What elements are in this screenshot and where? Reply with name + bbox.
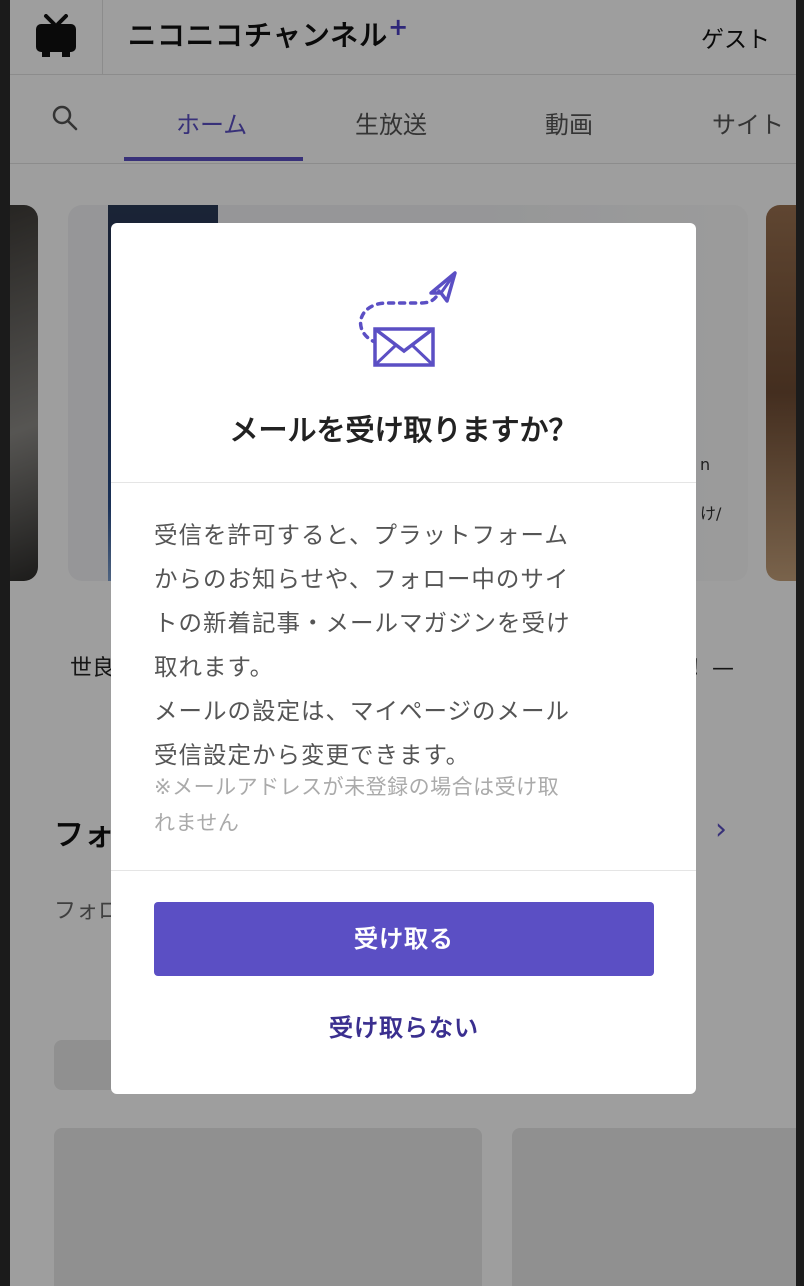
note-line: れません [154,811,240,835]
body-line: トの新着記事・メールマガジンを受け [154,609,571,637]
send-mail-icon [351,271,457,375]
body-line: メールの設定は、マイページのメール [154,697,571,725]
modal-divider-top [111,482,696,483]
email-consent-modal: メールを受け取りますか？ 受信を許可すると、プラットフォーム からのお知らせや、… [111,223,696,1094]
modal-divider-bottom [111,870,696,871]
body-line: からのお知らせや、フォロー中のサイ [154,565,570,593]
app-viewport: ニコニコチャンネル+ ゲスト ホーム 生放送 動画 サイト n け/ 世良 ！—… [10,0,796,1286]
modal-note-text: ※メールアドレスが未登録の場合は受け取 れません [154,769,654,841]
modal-body-text: 受信を許可すると、プラットフォーム からのお知らせや、フォロー中のサイ トの新着… [154,513,654,777]
modal-title: メールを受け取りますか？ [229,413,578,447]
body-line: 取れます。 [154,653,275,681]
note-line: ※メールアドレスが未登録の場合は受け取 [154,775,560,799]
accept-email-button[interactable]: 受け取る [154,902,654,976]
body-line: 受信を許可すると、プラットフォーム [154,521,569,549]
decline-email-button[interactable]: 受け取らない [154,1003,654,1053]
